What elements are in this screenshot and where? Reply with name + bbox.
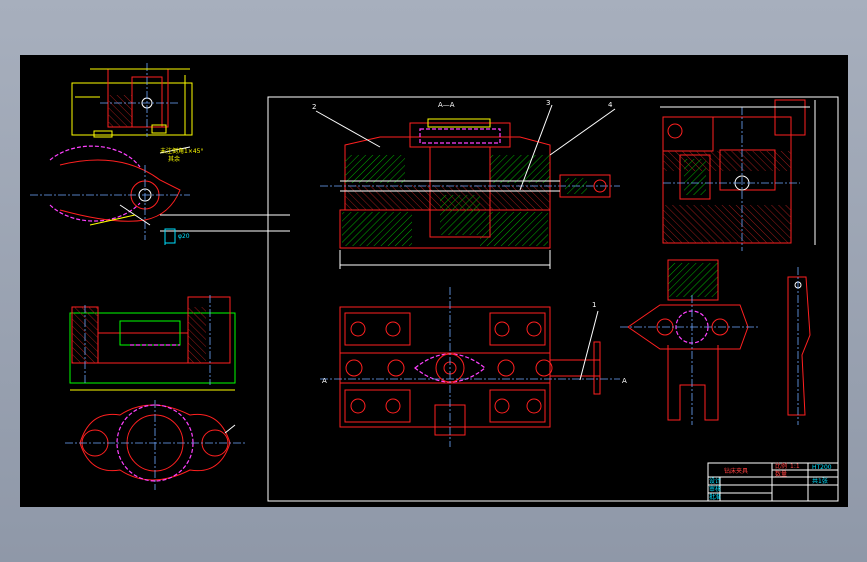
- title-block-approver: 批准: [709, 493, 721, 501]
- view-label-right: A: [622, 377, 627, 385]
- detail-plate: [620, 259, 811, 425]
- drawing-svg: 未注倒角1×45° 其余 φ20 A—A 2 3 4 1 A A 钻床夹具 比例…: [30, 63, 839, 502]
- part-number-4: 4: [608, 101, 613, 109]
- title-block-scale-value: 1:1: [790, 463, 800, 470]
- title-block-title: 钻床夹具: [724, 467, 748, 475]
- title-block-scale-label: 比例: [775, 462, 787, 470]
- view-label-left: A: [322, 377, 327, 385]
- detail-part-top-left: [71, 63, 193, 138]
- left-note-1: 未注倒角1×45°: [160, 147, 203, 155]
- left-note-2: 其余: [168, 155, 180, 163]
- title-block-checker: 审核: [709, 485, 721, 493]
- part-number-1: 1: [592, 301, 596, 309]
- part-number-2: 2: [312, 103, 316, 111]
- detail-lever: 未注倒角1×45° 其余 φ20: [30, 145, 290, 245]
- plan-view: 1 A A: [320, 287, 627, 447]
- cad-drawing-canvas[interactable]: 未注倒角1×45° 其余 φ20 A—A 2 3 4 1 A A 钻床夹具 比例…: [20, 55, 848, 507]
- detail-flange: [65, 400, 245, 490]
- section-label: A—A: [438, 101, 455, 109]
- title-block-designer: 设计: [709, 477, 721, 485]
- title-block: 钻床夹具 比例 1:1 数量 HT200 共1张 设计 审核 批准: [707, 462, 839, 502]
- side-view: [660, 99, 816, 251]
- title-block-material: HT200: [812, 464, 832, 471]
- title-block-qty-label: 数量: [775, 470, 787, 478]
- part-number-3: 3: [546, 99, 550, 107]
- detail-bracket: [69, 295, 236, 391]
- left-dim-tag: φ20: [178, 233, 190, 240]
- main-section-view: A—A 2 3 4: [312, 99, 620, 269]
- title-block-sheet: 共1张: [812, 477, 828, 485]
